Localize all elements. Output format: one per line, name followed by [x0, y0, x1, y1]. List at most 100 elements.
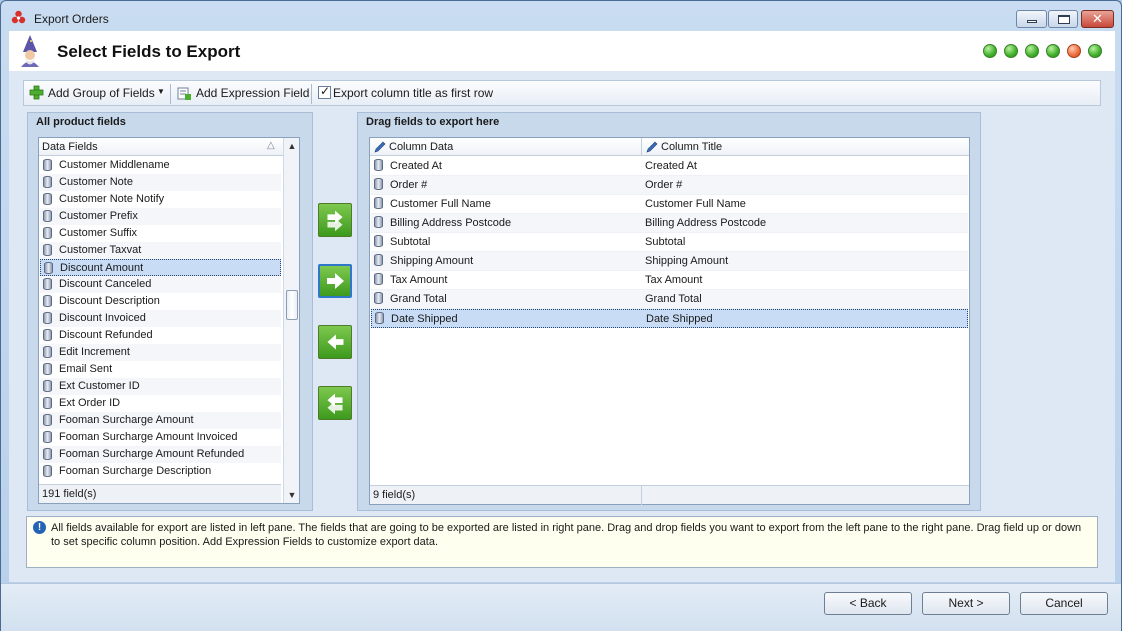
column-title-cell[interactable]: Billing Address Postcode [645, 217, 766, 229]
field-row[interactable]: Ext Order ID [40, 395, 281, 412]
column-title-cell[interactable]: Customer Full Name [645, 198, 746, 210]
field-row[interactable]: Customer Taxvat [40, 242, 281, 259]
database-field-icon [43, 312, 52, 324]
field-row[interactable]: Discount Amount [40, 259, 281, 276]
field-row[interactable]: Customer Suffix [40, 225, 281, 242]
field-row[interactable]: Discount Description [40, 293, 281, 310]
export-field-row[interactable]: Tax Amount Tax Amount [371, 271, 968, 290]
field-row[interactable]: Discount Invoiced [40, 310, 281, 327]
export-field-row[interactable]: Subtotal Subtotal [371, 233, 968, 252]
field-row[interactable]: Edit Increment [40, 344, 281, 361]
column-data-cell[interactable]: Subtotal [390, 236, 430, 248]
field-row[interactable]: Customer Note Notify [40, 191, 281, 208]
column-data-cell[interactable]: Grand Total [390, 293, 447, 305]
export-fields-grid: Column Data Column Title Created At Creat… [369, 137, 970, 505]
help-text: All fields available for export are list… [51, 522, 1082, 548]
database-field-icon [374, 216, 383, 228]
field-row[interactable]: Fooman Surcharge Amount Refunded [40, 446, 281, 463]
add-all-fields-button[interactable] [318, 203, 352, 237]
export-field-row[interactable]: Billing Address Postcode Billing Address … [371, 214, 968, 233]
export-column-title-checkbox[interactable]: ✓ [318, 84, 331, 99]
export-column-title-label[interactable]: Export column title as first row [333, 86, 493, 104]
toolbar: Add Group of Fields ▼ Add Expression Fie… [23, 80, 1101, 106]
app-logo-icon [11, 10, 26, 24]
column-title-cell[interactable]: Created At [645, 160, 697, 172]
column-data-cell[interactable]: Billing Address Postcode [390, 217, 511, 229]
export-fields-list: Created At Created At Order # Order # Custom… [370, 157, 969, 485]
column-title-cell[interactable]: Grand Total [645, 293, 702, 305]
back-button[interactable]: < Back [824, 592, 912, 615]
maximize-icon [1058, 15, 1070, 24]
field-row[interactable]: Fooman Surcharge Description [40, 463, 281, 480]
add-expression-field-button[interactable]: Add Expression Field [177, 85, 309, 103]
database-field-icon [43, 363, 52, 375]
available-fields-grid: Data Fields △ Customer Middlename Custome… [38, 137, 300, 504]
field-row[interactable]: Ext Customer ID [40, 378, 281, 395]
add-group-of-fields-button[interactable]: Add Group of Fields ▼ [29, 85, 169, 103]
next-button[interactable]: Next > [922, 592, 1010, 615]
remove-field-button[interactable] [318, 325, 352, 359]
maximize-button[interactable] [1048, 10, 1078, 28]
column-data-cell[interactable]: Date Shipped [391, 313, 458, 325]
column-title-cell[interactable]: Subtotal [645, 236, 685, 248]
field-name: Customer Middlename [59, 159, 170, 171]
step-indicator-1 [983, 44, 997, 58]
column-data-cell[interactable]: Tax Amount [390, 274, 447, 286]
dropdown-arrow-icon: ▼ [157, 87, 165, 96]
close-icon: ✕ [1092, 11, 1103, 26]
cancel-button[interactable]: Cancel [1020, 592, 1108, 615]
export-field-row[interactable]: Grand Total Grand Total [371, 290, 968, 309]
close-button[interactable]: ✕ [1081, 10, 1114, 28]
column-data-cell[interactable]: Order # [390, 179, 427, 191]
column-title-label: Column Title [661, 141, 723, 153]
add-field-button[interactable] [318, 264, 352, 298]
export-field-row[interactable]: Created At Created At [371, 157, 968, 176]
all-product-fields-panel: All product fields Data Fields △ Custome… [27, 112, 313, 511]
export-field-row[interactable]: Date Shipped Date Shipped [371, 309, 968, 328]
column-data-cell[interactable]: Customer Full Name [390, 198, 491, 210]
database-field-icon [43, 227, 52, 239]
field-name: Discount Description [59, 295, 160, 307]
field-name: Customer Taxvat [59, 244, 142, 256]
database-field-icon [43, 448, 52, 460]
database-field-icon [43, 278, 52, 290]
field-name: Email Sent [59, 363, 113, 375]
step-indicator-3 [1025, 44, 1039, 58]
field-row[interactable]: Discount Refunded [40, 327, 281, 344]
database-field-icon [43, 397, 52, 409]
left-panel-title: All product fields [36, 116, 126, 128]
data-fields-column-header[interactable]: Data Fields △ [39, 138, 299, 156]
scroll-thumb[interactable] [286, 290, 298, 320]
field-name: Fooman Surcharge Amount Refunded [59, 448, 245, 460]
field-row[interactable]: Fooman Surcharge Amount Invoiced [40, 429, 281, 446]
column-title-cell[interactable]: Date Shipped [646, 313, 713, 325]
field-row[interactable]: Customer Middlename [40, 157, 281, 174]
field-row[interactable]: Customer Note [40, 174, 281, 191]
minimize-button[interactable] [1016, 10, 1047, 28]
remove-all-fields-button[interactable] [318, 386, 352, 420]
field-row[interactable]: Discount Canceled [40, 276, 281, 293]
field-row[interactable]: Customer Prefix [40, 208, 281, 225]
column-title-cell[interactable]: Shipping Amount [645, 255, 728, 267]
column-title-cell[interactable]: Tax Amount [645, 274, 702, 286]
right-panel-title: Drag fields to export here [366, 116, 500, 128]
vertical-scrollbar[interactable]: ▲ ▼ [283, 138, 299, 503]
field-row[interactable]: Fooman Surcharge Amount [40, 412, 281, 429]
column-data-label: Column Data [389, 141, 454, 153]
export-field-row[interactable]: Order # Order # [371, 176, 968, 195]
database-field-icon [43, 176, 52, 188]
column-title-header[interactable]: Column Title [642, 138, 969, 156]
toolbar-separator [170, 84, 171, 104]
column-data-cell[interactable]: Shipping Amount [390, 255, 473, 267]
column-title-cell[interactable]: Order # [645, 179, 682, 191]
scroll-down-icon[interactable]: ▼ [284, 487, 300, 503]
column-data-cell[interactable]: Created At [390, 160, 442, 172]
export-field-row[interactable]: Shipping Amount Shipping Amount [371, 252, 968, 271]
page-title: Select Fields to Export [57, 42, 241, 61]
field-row[interactable]: Email Sent [40, 361, 281, 378]
database-field-icon [375, 312, 384, 324]
scroll-up-icon[interactable]: ▲ [284, 138, 300, 154]
export-field-row[interactable]: Customer Full Name Customer Full Name [371, 195, 968, 214]
column-data-header[interactable]: Column Data [370, 138, 642, 156]
step-indicator-current [1067, 44, 1081, 58]
